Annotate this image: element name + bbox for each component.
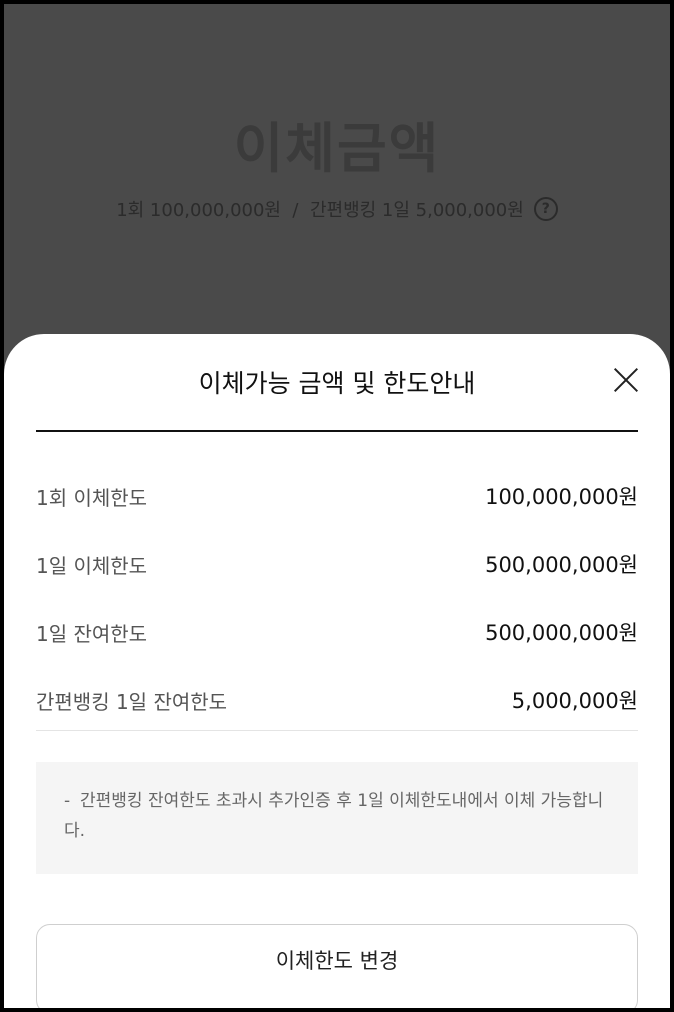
- limit-value: 5,000,000원: [511, 689, 638, 713]
- limit-info-bottom-sheet: 이체가능 금액 및 한도안내 1회 이체한도 100,000,000원 1일 이…: [4, 334, 670, 1008]
- header-divider: [36, 430, 638, 432]
- screen-frame: 이체금액 1회 100,000,000원 / 간편뱅킹 1일 5,000,000…: [4, 4, 670, 1008]
- limit-row-daily-remaining: 1일 잔여한도 500,000,000원: [36, 598, 638, 666]
- limit-list: 1회 이체한도 100,000,000원 1일 이체한도 500,000,000…: [36, 462, 638, 734]
- notice-box: - 간편뱅킹 잔여한도 초과시 추가인증 후 1일 이체한도내에서 이체 가능합니…: [36, 762, 638, 874]
- close-icon[interactable]: [612, 366, 640, 394]
- change-limit-button[interactable]: 이체한도 변경: [36, 924, 638, 1008]
- limit-value: 100,000,000원: [485, 485, 638, 509]
- help-icon[interactable]: ?: [533, 197, 558, 221]
- limit-label: 간편뱅킹 1일 잔여한도: [36, 689, 228, 714]
- notice-text: 간편뱅킹 잔여한도 초과시 추가인증 후 1일 이체한도내에서 이체 가능합니다…: [64, 791, 604, 841]
- transfer-amount-title: 이체금액: [233, 117, 441, 180]
- transfer-limit-summary: 1회 100,000,000원 / 간편뱅킹 1일 5,000,000원 ?: [4, 196, 670, 222]
- limit-value: 500,000,000원: [485, 553, 638, 577]
- list-divider: [36, 730, 638, 731]
- limit-label: 1일 이체한도: [36, 553, 148, 578]
- limit-row-simple-banking-remaining: 간편뱅킹 1일 잔여한도 5,000,000원: [36, 666, 638, 734]
- limit-value: 500,000,000원: [485, 621, 638, 645]
- notice-bullet: -: [64, 791, 71, 811]
- limit-label: 1회 이체한도: [36, 485, 148, 510]
- limit-row-per-transfer: 1회 이체한도 100,000,000원: [36, 462, 638, 530]
- limit-summary-text: 1회 100,000,000원 / 간편뱅킹 1일 5,000,000원: [116, 200, 524, 221]
- sheet-title: 이체가능 금액 및 한도안내: [198, 369, 476, 398]
- limit-label: 1일 잔여한도: [36, 621, 148, 646]
- limit-row-daily: 1일 이체한도 500,000,000원: [36, 530, 638, 598]
